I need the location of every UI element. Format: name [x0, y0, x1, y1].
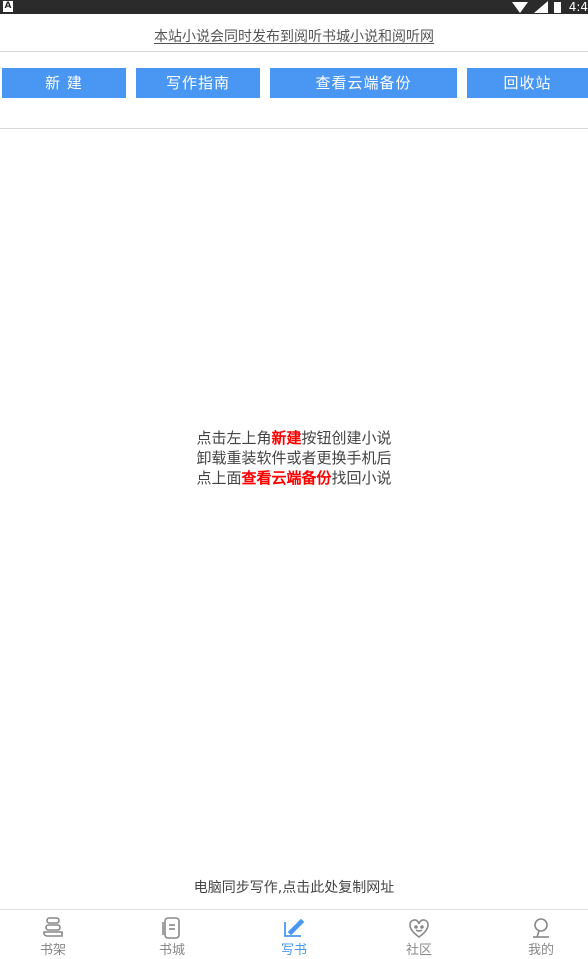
signal-icon: [533, 1, 548, 13]
profile-icon: [533, 918, 549, 938]
divider: [0, 128, 588, 129]
new-button[interactable]: 新 建: [2, 68, 126, 98]
hint-line3-pre: 点上面: [196, 469, 242, 487]
tab-bookshelf-label: 书架: [39, 943, 66, 958]
tab-bookstore[interactable]: 书城: [137, 910, 207, 958]
status-bar: A 4:4: [0, 0, 588, 14]
tab-community[interactable]: 社区: [384, 910, 454, 958]
notification-a-icon: A: [3, 1, 13, 12]
hint-line3-post: 找回小说: [331, 469, 392, 487]
recycle-bin-button[interactable]: 回收站: [467, 68, 588, 98]
copy-url-link[interactable]: 电脑同步写作,点击此处复制网址: [0, 878, 588, 898]
empty-hint: 点击左上角新建按钮创建小说 卸载重装软件或者更换手机后 点上面查看云端备份找回小…: [0, 428, 588, 488]
bookshelf-icon: [43, 917, 63, 937]
cloud-backup-button[interactable]: 查看云端备份: [270, 68, 457, 98]
hint-line3-highlight: 查看云端备份: [241, 469, 332, 487]
toolbar: 新 建 写作指南 查看云端备份 回收站: [0, 68, 588, 98]
tab-write[interactable]: 写书: [259, 910, 329, 958]
hint-line-1: 点击左上角新建按钮创建小说: [0, 428, 588, 448]
status-time: 4:4: [568, 0, 588, 14]
bottom-tab-bar: 书架 书城 写书 社区 我的: [0, 909, 588, 958]
tab-profile[interactable]: 我的: [506, 910, 576, 958]
tab-bookstore-label: 书城: [158, 943, 185, 958]
hint-line-2: 卸载重装软件或者更换手机后: [196, 449, 392, 467]
community-icon: [409, 919, 429, 938]
writing-guide-button[interactable]: 写作指南: [136, 68, 260, 98]
hint-line1-pre: 点击左上角: [196, 429, 272, 447]
bookstore-icon: [162, 917, 180, 939]
wifi-icon: [511, 1, 528, 13]
hint-line-3: 点上面查看云端备份找回小说: [0, 468, 588, 488]
hint-line1-highlight: 新建: [271, 429, 302, 447]
publish-notice-link[interactable]: 本站小说会同时发布到阅听书城小说和阅听网: [0, 14, 588, 52]
battery-icon: [553, 1, 561, 13]
tab-write-label: 写书: [280, 943, 307, 958]
tab-community-label: 社区: [405, 943, 432, 958]
write-icon: [284, 918, 305, 937]
tab-bookshelf[interactable]: 书架: [18, 910, 88, 958]
publish-notice-text: 本站小说会同时发布到阅听书城小说和阅听网: [154, 29, 434, 45]
status-right: 4:4: [511, 0, 588, 14]
hint-line1-post: 按钮创建小说: [301, 429, 392, 447]
tab-profile-label: 我的: [527, 943, 554, 958]
